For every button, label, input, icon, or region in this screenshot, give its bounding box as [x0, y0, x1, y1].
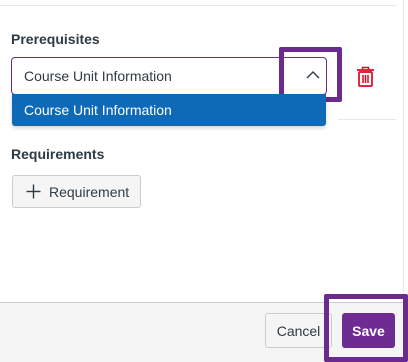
section-divider	[338, 119, 396, 120]
prerequisites-heading: Prerequisites	[11, 31, 100, 47]
prerequisites-select-value: Course Unit Information	[24, 68, 172, 84]
save-button[interactable]: Save	[342, 313, 395, 348]
add-requirement-label: Requirement	[49, 183, 130, 200]
trash-icon[interactable]	[356, 66, 375, 87]
dropdown-option[interactable]: Course Unit Information	[12, 94, 326, 126]
cancel-button[interactable]: Cancel	[265, 313, 332, 348]
top-divider	[0, 5, 396, 6]
chevron-up-icon[interactable]	[306, 70, 320, 79]
requirements-heading: Requirements	[11, 146, 105, 162]
scroll-edge	[403, 0, 404, 300]
plus-icon	[26, 184, 41, 199]
add-requirement-button[interactable]: Requirement	[12, 175, 141, 208]
